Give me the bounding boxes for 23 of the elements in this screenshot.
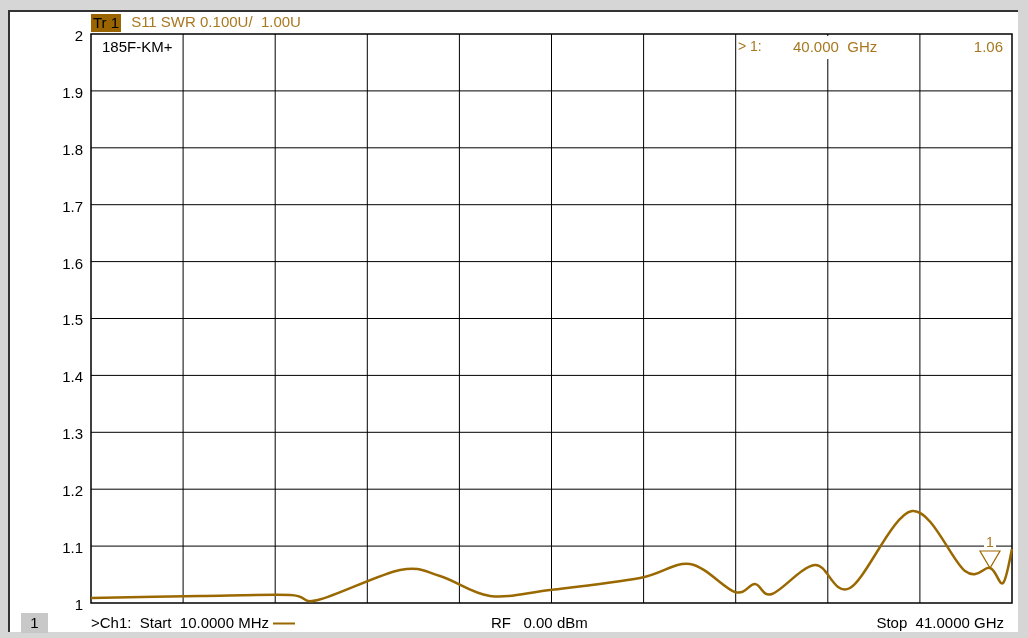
trace-format: S11 SWR 0.100U/ 1.00U: [131, 12, 301, 33]
y-axis-label: 1.7: [62, 197, 83, 215]
y-axis-label: 1.9: [62, 83, 83, 101]
marker-label: 1: [986, 534, 994, 550]
marker-readout-frequency: 40.000 GHz: [793, 36, 878, 59]
channel-number[interactable]: 1: [21, 612, 48, 633]
trace-legend-icon: [273, 621, 295, 625]
marker-icon[interactable]: [978, 550, 1002, 570]
y-axis-label: 1.4: [62, 368, 83, 386]
marker-readout-name: > 1:: [738, 37, 762, 56]
y-axis-label: 2: [74, 27, 83, 44]
y-axis-label: 1.2: [62, 482, 83, 500]
rf-power: RF 0.00 dBm: [491, 612, 588, 633]
y-axis-label: 1: [74, 595, 83, 613]
y-axis-label: 1.5: [62, 311, 83, 329]
stop-frequency: Stop 41.0000 GHz: [876, 612, 1004, 633]
marker-readout-value: 1.06: [973, 37, 1003, 57]
start-frequency: >Ch1: Start 10.0000 MHz: [91, 612, 269, 633]
y-axis-label: 1.6: [62, 254, 83, 272]
y-axis-label: 1.3: [62, 425, 83, 443]
y-axis-label: 1.8: [62, 140, 83, 158]
trace-tag[interactable]: Tr 1: [91, 13, 122, 32]
y-axis-label: 1.1: [62, 539, 83, 556]
